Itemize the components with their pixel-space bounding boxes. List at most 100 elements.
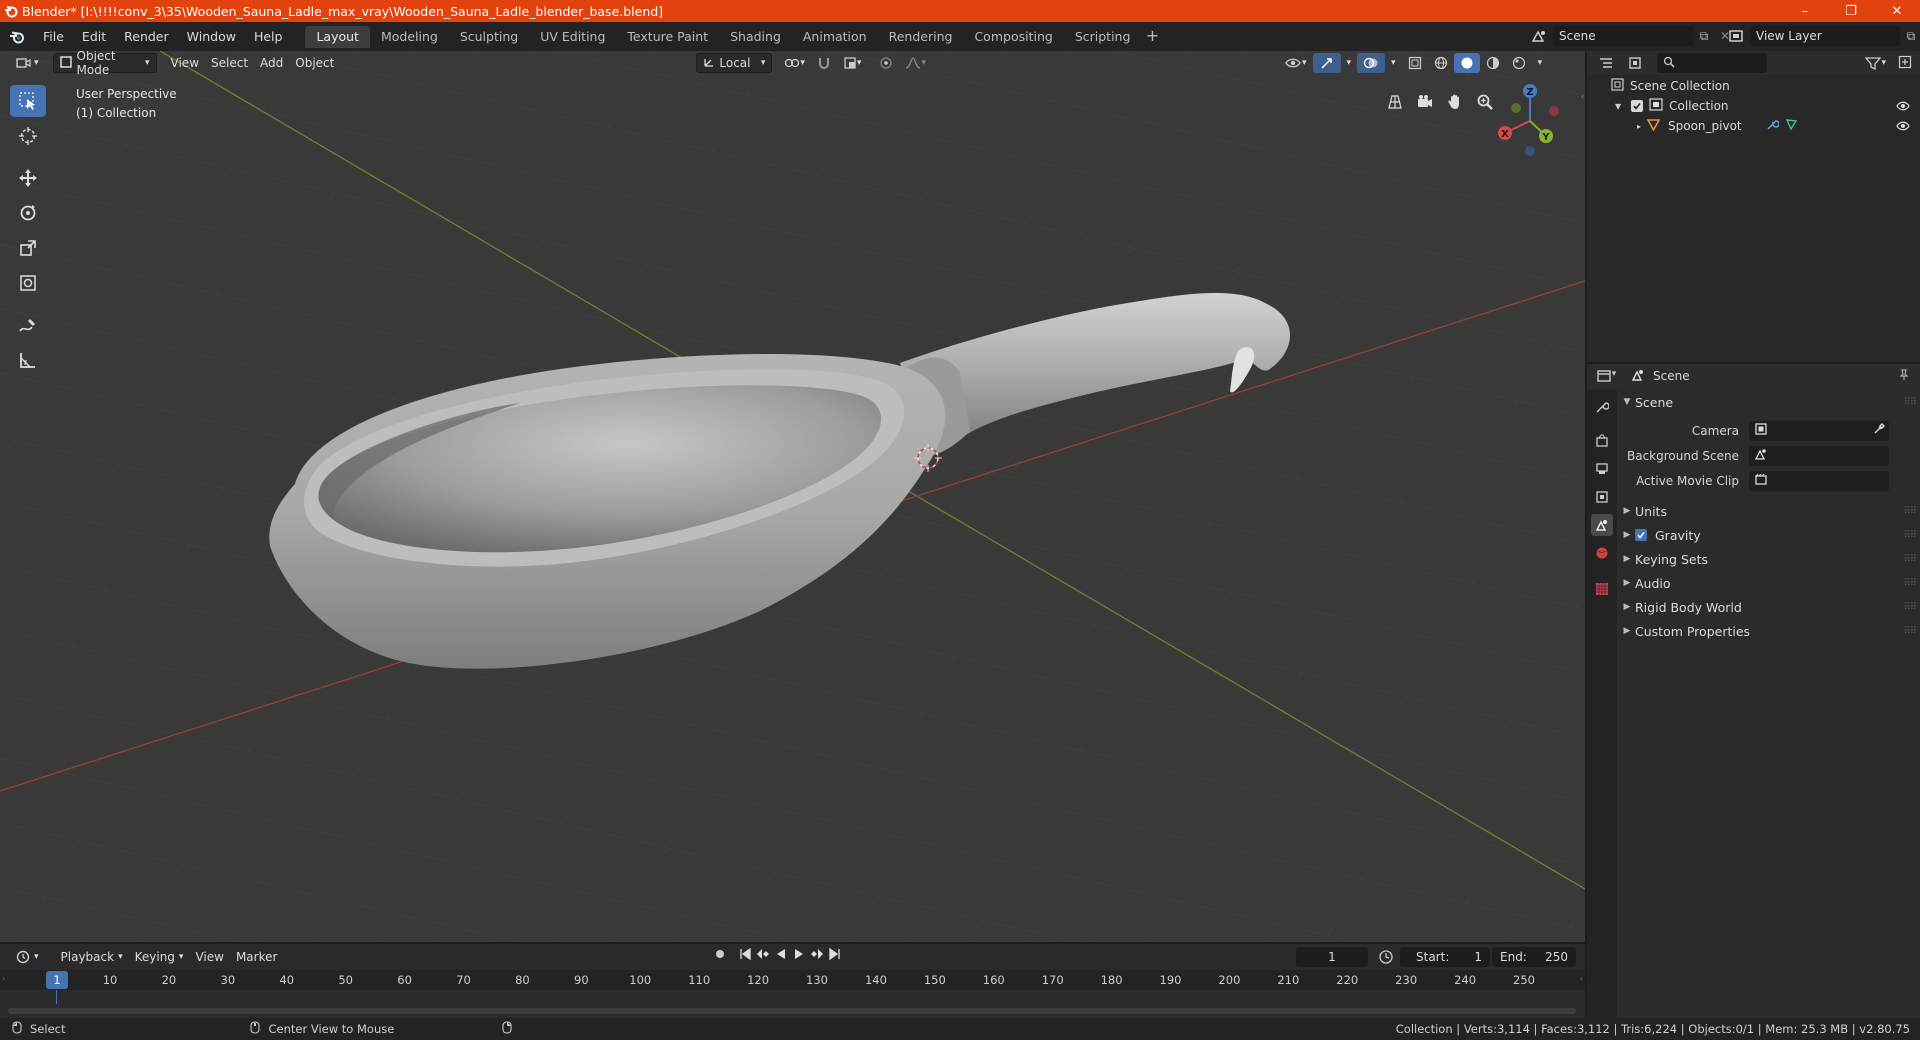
add-workspace-button[interactable]: + <box>1141 26 1163 48</box>
tool-tab-icon[interactable] <box>1591 396 1613 418</box>
keying-menu[interactable]: Keying ▾ <box>129 947 190 967</box>
viewport-scene[interactable] <box>0 51 1585 942</box>
gizmo-dropdown[interactable]: ▾ <box>1341 53 1358 73</box>
tab-texture-paint[interactable]: Texture Paint <box>616 26 719 48</box>
shading-material-icon[interactable] <box>1480 53 1506 73</box>
timeline-editor-type-icon[interactable]: ▾ <box>10 947 45 967</box>
gravity-expand-icon[interactable]: ▶ <box>1619 530 1635 540</box>
annotate-tool[interactable] <box>10 309 46 341</box>
modifier-wrench-icon[interactable] <box>1766 118 1780 134</box>
background-scene-field[interactable] <box>1749 445 1889 466</box>
xray-toggle-icon[interactable] <box>1402 53 1428 73</box>
menu-render[interactable]: Render <box>115 26 178 48</box>
rigid-body-world-panel-header[interactable]: ▶ Rigid Body World ⠿⠿ <box>1619 595 1920 619</box>
3d-viewport[interactable]: ▾ Object Mode ▾ View Select Add Object L… <box>0 51 1585 942</box>
scene-selector[interactable]: Scene ⧉ ✕ <box>1525 25 1735 47</box>
pan-view-icon[interactable] <box>1440 87 1470 117</box>
measure-tool[interactable] <box>10 344 46 376</box>
maximize-button[interactable]: ❐ <box>1828 0 1874 22</box>
rigid-body-world-expand-icon[interactable]: ▶ <box>1619 602 1635 612</box>
move-tool[interactable] <box>10 162 46 194</box>
overlays-dropdown[interactable]: ▾ <box>1385 53 1402 73</box>
new-scene-icon[interactable]: ⧉ <box>1693 29 1715 44</box>
tab-modeling[interactable]: Modeling <box>370 26 449 48</box>
mesh-data-icon[interactable] <box>1785 118 1798 134</box>
timeline-body[interactable] <box>0 990 1585 1018</box>
view-layer-tab-icon[interactable] <box>1591 486 1613 508</box>
tab-layout[interactable]: Layout <box>305 25 370 48</box>
render-tab-icon[interactable] <box>1591 430 1613 452</box>
snap-target-icon[interactable]: ▾ <box>837 53 868 73</box>
timeline-ruler[interactable]: › 1 10 20 30 40 50 60 70 80 90 100 110 120 130 140 150 1… <box>0 970 1585 990</box>
editor-type-icon[interactable]: ▾ <box>10 53 45 73</box>
outliner-editor-type-icon[interactable] <box>1591 56 1621 70</box>
marker-menu[interactable]: Marker <box>230 947 283 967</box>
tab-sculpting[interactable]: Sculpting <box>449 26 529 48</box>
proportional-editing-icon[interactable] <box>873 53 899 73</box>
custom-properties-expand-icon[interactable]: ▶ <box>1619 626 1635 636</box>
tab-scripting[interactable]: Scripting <box>1064 26 1142 48</box>
texture-tab-icon[interactable] <box>1591 578 1613 600</box>
select-box-tool[interactable] <box>10 85 46 117</box>
custom-properties-panel-header[interactable]: ▶ Custom Properties ⠿⠿ <box>1619 619 1920 643</box>
eyedropper-icon[interactable] <box>1873 423 1885 438</box>
start-frame-field[interactable]: Start: 1 <box>1400 947 1490 967</box>
overlays-toggle-icon[interactable] <box>1357 53 1386 73</box>
units-expand-icon[interactable]: ▶ <box>1619 506 1635 516</box>
outliner-row-spoon-pivot[interactable]: ▸ Spoon_pivot <box>1587 116 1920 136</box>
shading-solid-icon[interactable] <box>1453 53 1480 73</box>
next-keyframe-icon[interactable] <box>808 948 826 960</box>
camera-field[interactable] <box>1749 420 1889 441</box>
tab-animation[interactable]: Animation <box>792 26 878 48</box>
play-icon[interactable] <box>790 948 808 960</box>
outliner-row-collection[interactable]: ▼ Collection <box>1587 96 1920 116</box>
timeline-view-menu[interactable]: View <box>189 947 229 967</box>
audio-drag-handle[interactable]: ⠿⠿ <box>1903 578 1917 589</box>
expand-collection-icon[interactable]: ▼ <box>1615 102 1621 111</box>
pivot-point-icon[interactable]: ▾ <box>778 53 811 73</box>
jump-end-icon[interactable] <box>826 948 844 960</box>
keying-sets-panel-header[interactable]: ▶ Keying Sets ⠿⠿ <box>1619 547 1920 571</box>
rigid-body-world-drag-handle[interactable]: ⠿⠿ <box>1903 602 1917 613</box>
keying-sets-expand-icon[interactable]: ▶ <box>1619 554 1635 564</box>
blender-menu-icon[interactable] <box>0 22 34 51</box>
gravity-drag-handle[interactable]: ⠿⠿ <box>1903 530 1917 541</box>
mode-selector[interactable]: Object Mode ▾ <box>52 51 157 77</box>
scene-panel-header[interactable]: ▼ Scene ⠿⠿ <box>1619 390 1920 414</box>
shading-wireframe-icon[interactable] <box>1428 53 1454 73</box>
end-frame-field[interactable]: End: 250 <box>1492 947 1576 967</box>
current-frame-field[interactable]: 1 <box>1296 947 1368 967</box>
scene-tab-icon[interactable] <box>1591 514 1613 536</box>
display-mode-icon[interactable] <box>1621 56 1651 70</box>
visibility-icon[interactable]: ▾ <box>1278 53 1313 73</box>
gravity-checkbox[interactable] <box>1635 529 1647 541</box>
minimize-button[interactable]: – <box>1782 0 1828 22</box>
tab-rendering[interactable]: Rendering <box>878 26 964 48</box>
rotate-tool[interactable] <box>10 197 46 229</box>
tab-compositing[interactable]: Compositing <box>963 26 1063 48</box>
transform-tool[interactable] <box>10 267 46 299</box>
shading-rendered-icon[interactable] <box>1506 53 1532 73</box>
axis-navigation-gizmo[interactable]: Z X Y <box>1490 81 1570 164</box>
scale-tool[interactable] <box>10 232 46 264</box>
menu-window[interactable]: Window <box>178 26 245 48</box>
viewport-menu-object[interactable]: Object <box>289 53 340 73</box>
transform-orientation-selector[interactable]: Local ▾ <box>696 53 773 73</box>
object-visibility-icon[interactable] <box>1896 119 1910 133</box>
scene-name-field[interactable]: Scene <box>1553 26 1693 46</box>
viewport-menu-select[interactable]: Select <box>205 53 254 73</box>
world-tab-icon[interactable] <box>1591 542 1613 564</box>
keying-sets-drag-handle[interactable]: ⠿⠿ <box>1903 554 1917 565</box>
timeline-scrollbar[interactable] <box>8 1008 1576 1014</box>
neg-z-axis-handle[interactable] <box>1525 146 1535 156</box>
cursor-tool[interactable] <box>10 120 46 152</box>
toggle-perspective-icon[interactable] <box>1380 87 1410 117</box>
camera-view-icon[interactable] <box>1410 87 1440 117</box>
neg-x-axis-handle[interactable] <box>1549 106 1559 116</box>
record-icon[interactable] <box>710 948 730 960</box>
shading-dropdown[interactable]: ▾ <box>1532 53 1549 73</box>
menu-edit[interactable]: Edit <box>73 26 115 48</box>
collection-checkbox[interactable] <box>1631 100 1644 112</box>
playback-menu[interactable]: Playback ▾ <box>55 947 129 967</box>
properties-editor-type-icon[interactable]: ▾ <box>1591 369 1621 383</box>
